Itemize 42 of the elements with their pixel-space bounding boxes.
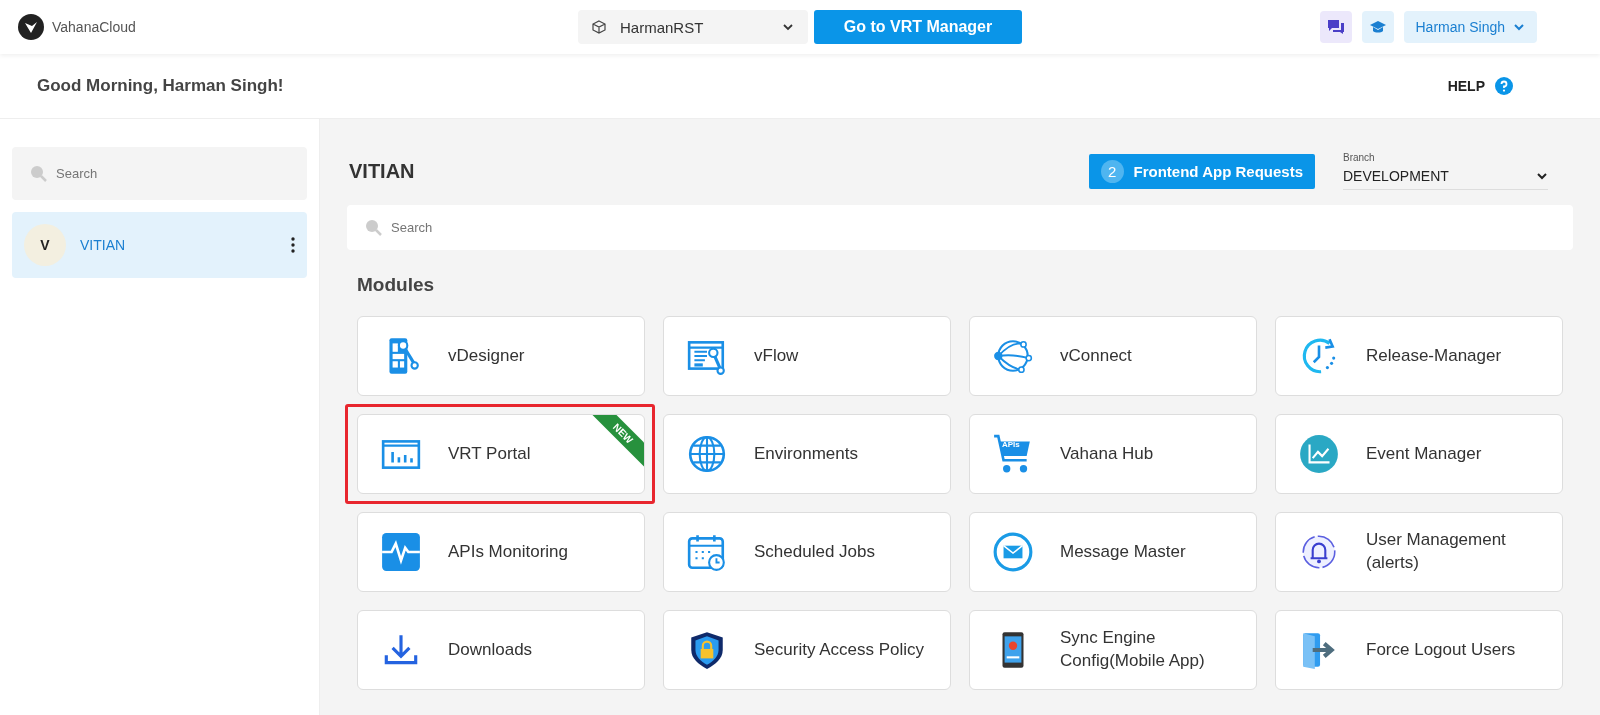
greeting-text: Good Morning, Harman Singh! [37, 76, 285, 96]
module-card[interactable]: Environments [663, 414, 951, 494]
heartbeat-icon [380, 531, 422, 573]
module-card[interactable]: vFlow [663, 316, 951, 396]
module-card[interactable]: Sync Engine Config(Mobile App) [969, 610, 1257, 690]
caret-icon [1536, 170, 1548, 182]
module-card[interactable]: Message Master [969, 512, 1257, 592]
user-menu-button[interactable]: Harman Singh [1403, 11, 1537, 43]
trend-chart-icon [1298, 433, 1340, 475]
project-name: VITIAN [80, 237, 127, 253]
caret-icon [1513, 21, 1525, 33]
more-options-icon[interactable] [291, 237, 295, 253]
branch-label: Branch [1343, 152, 1376, 163]
module-card[interactable]: Force Logout Users [1275, 610, 1563, 690]
help-icon[interactable] [1495, 77, 1513, 95]
logo-text: VahanaCloud [52, 19, 136, 35]
search-field[interactable]: Search [347, 205, 1573, 250]
module-card[interactable]: vDesigner [357, 316, 645, 396]
logo-icon [18, 14, 44, 40]
help-link[interactable]: HELP [1447, 78, 1485, 94]
envelope-icon [992, 531, 1034, 573]
section-heading: Modules [357, 274, 436, 296]
module-card[interactable]: APIs Monitoring [357, 512, 645, 592]
module-card[interactable]: Release-Manager [1275, 316, 1563, 396]
module-card[interactable]: User Management (alerts) [1275, 512, 1563, 592]
avatar: V [24, 224, 66, 266]
module-card[interactable]: Event Manager [1275, 414, 1563, 494]
branch-dropdown[interactable]: DEVELOPMENT [1343, 163, 1548, 190]
project-item[interactable]: V VITIAN [12, 212, 307, 278]
module-card[interactable]: APIs Vahana Hub [969, 414, 1257, 494]
project-title: VITIAN [349, 159, 416, 183]
caret-icon [782, 21, 794, 33]
graduation-cap-icon[interactable] [1361, 11, 1394, 43]
workspace-dropdown[interactable]: HarmanRST [578, 10, 808, 44]
chat-icon[interactable] [1319, 11, 1352, 43]
module-card[interactable]: Security Access Policy [663, 610, 951, 690]
module-card[interactable]: vConnect [969, 316, 1257, 396]
cube-icon [592, 20, 606, 34]
module-card[interactable]: Scheduled Jobs [663, 512, 951, 592]
search-field[interactable]: Search [12, 147, 307, 200]
module-card[interactable]: Downloads [357, 610, 645, 690]
globe-icon [686, 433, 728, 475]
